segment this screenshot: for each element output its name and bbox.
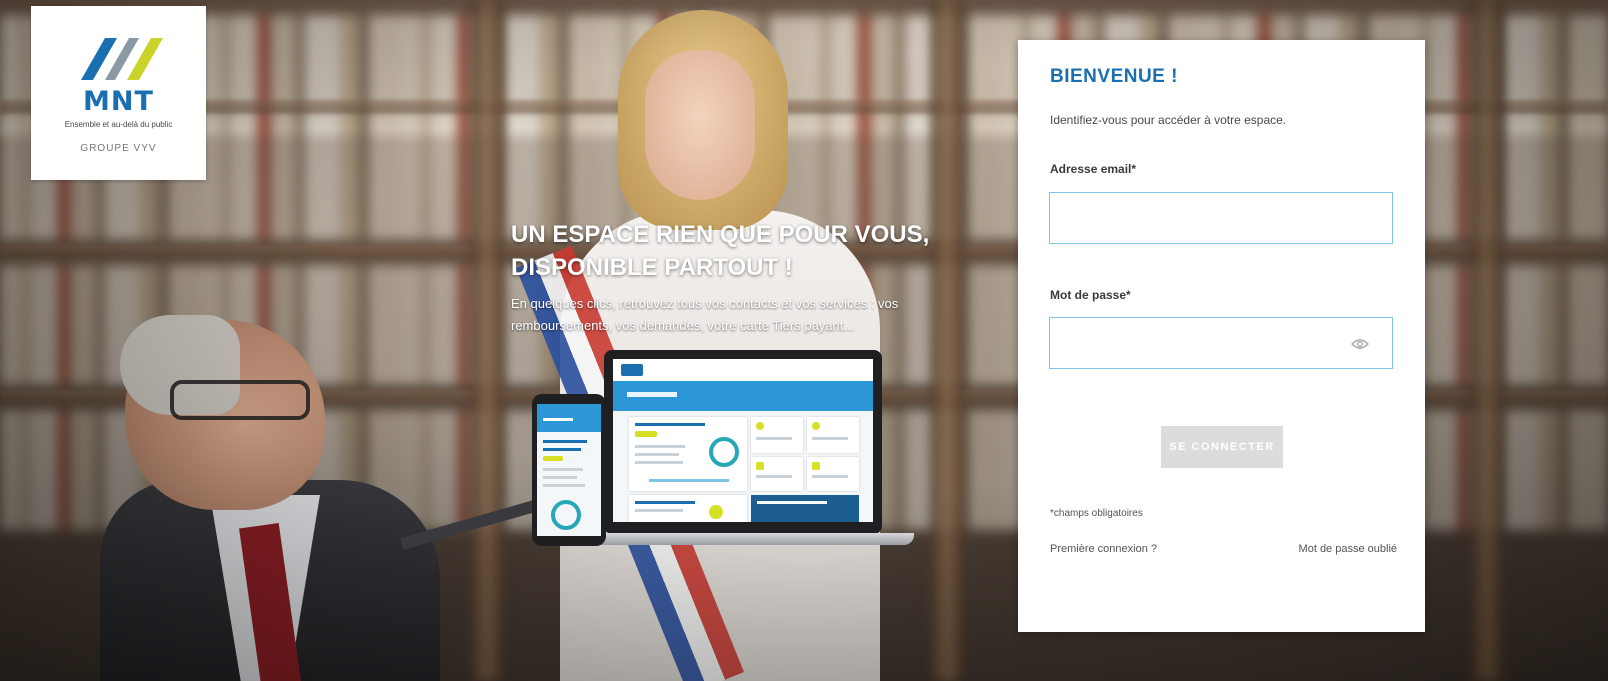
logo-tagline: Ensemble et au-delà du public	[64, 120, 173, 129]
login-panel: BIENVENUE ! Identifiez-vous pour accéder…	[1018, 40, 1425, 632]
eye-icon[interactable]	[1351, 338, 1369, 350]
email-field[interactable]	[1049, 192, 1393, 244]
forgot-password-link[interactable]: Mot de passe oublié	[1299, 543, 1397, 555]
laptop-base	[574, 533, 914, 545]
hero-subtitle: En quelques clics, retrouvez tous vos co…	[511, 296, 899, 333]
brand-logo[interactable]: MNT Ensemble et au-delà du public GROUPE…	[31, 6, 206, 180]
login-intro: Identifiez-vous pour accéder à votre esp…	[1050, 113, 1287, 127]
password-field[interactable]	[1049, 317, 1393, 369]
hero-title: UN ESPACE RIEN QUE POUR VOUS, DISPONIBLE…	[511, 221, 930, 281]
laptop-illustration	[604, 350, 882, 534]
email-label: Adresse email*	[1050, 162, 1137, 176]
logo-brand-text: MNT	[83, 86, 154, 117]
first-login-link[interactable]: Première connexion ?	[1050, 543, 1157, 555]
phone-illustration	[532, 394, 606, 546]
login-button[interactable]: SE CONNECTER	[1161, 426, 1283, 468]
required-fields-note: *champs obligatoires	[1050, 508, 1143, 519]
login-title: BIENVENUE !	[1050, 66, 1178, 87]
logo-mark-icon	[81, 38, 163, 80]
password-label: Mot de passe*	[1050, 288, 1131, 302]
logo-group-text: GROUPE VYV	[80, 143, 157, 154]
